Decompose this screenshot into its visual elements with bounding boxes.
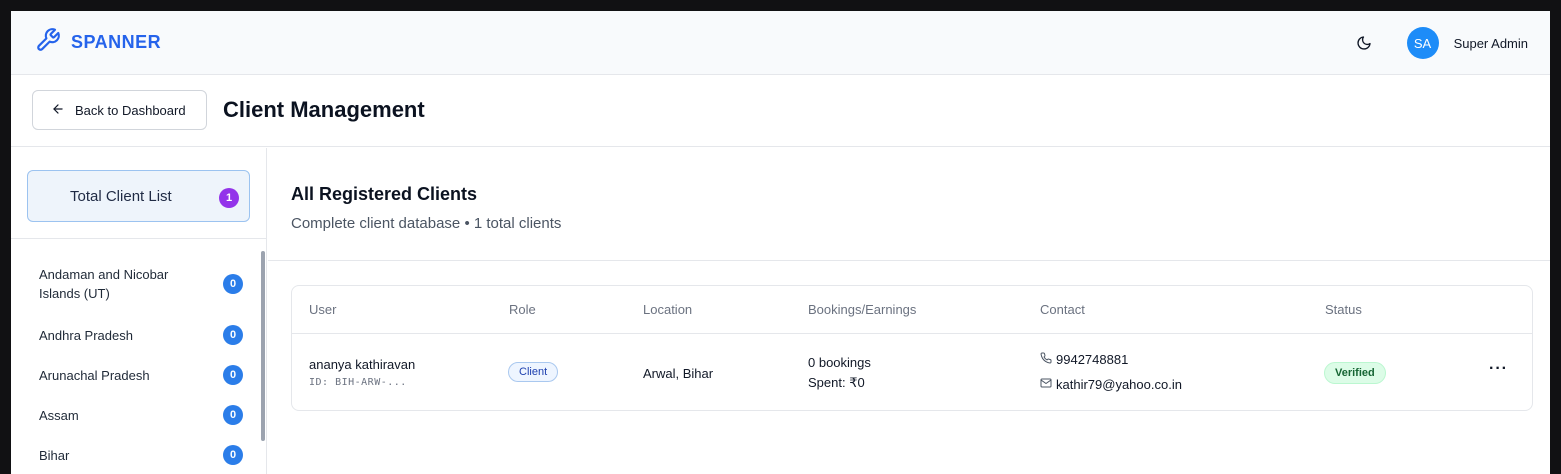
phone-contact[interactable]: 9942748881 <box>1040 352 1128 367</box>
column-header-bookings: Bookings/Earnings <box>808 302 917 317</box>
state-name: Bihar <box>39 447 70 463</box>
total-client-list-button[interactable]: Total Client List 1 <box>27 170 250 222</box>
moon-icon[interactable] <box>1354 33 1374 53</box>
user-name[interactable]: Super Admin <box>1454 36 1528 51</box>
back-button-label: Back to Dashboard <box>75 102 186 118</box>
state-count-badge: 0 <box>223 365 243 385</box>
column-header-status: Status <box>1325 302 1362 317</box>
section-title: All Registered Clients <box>291 184 478 204</box>
back-to-dashboard-button[interactable]: Back to Dashboard <box>32 90 207 130</box>
column-header-role: Role <box>509 302 536 317</box>
state-count-badge: 0 <box>223 274 243 294</box>
user-id-cell: ID: BIH-ARW-... <box>309 377 407 388</box>
sidebar-item-bihar[interactable]: Bihar 0 <box>39 445 243 465</box>
state-count-badge: 0 <box>223 325 243 345</box>
column-header-location: Location <box>643 302 693 317</box>
role-badge: Client <box>508 362 559 382</box>
page-title: Client Management <box>223 97 425 122</box>
mail-icon <box>1040 377 1052 392</box>
clients-table: User Role Location Bookings/Earnings Con… <box>291 285 1533 411</box>
table-header: User Role Location Bookings/Earnings Con… <box>292 286 1532 334</box>
more-actions-icon[interactable]: ··· <box>1489 360 1508 378</box>
section-subtitle: Complete client database • 1 total clien… <box>291 215 562 232</box>
email-contact[interactable]: kathir79@yahoo.co.in <box>1040 377 1182 392</box>
column-header-contact: Contact <box>1040 302 1085 317</box>
app-window: SPANNER SA Super Admin Back to Dashboard… <box>11 11 1550 474</box>
column-header-user: User <box>309 302 337 317</box>
location-cell: Arwal, Bihar <box>643 366 714 381</box>
total-count-badge: 1 <box>219 188 239 208</box>
sidebar-item-assam[interactable]: Assam 0 <box>39 405 243 425</box>
state-name: Andaman and Nicobar Islands (UT) <box>39 267 169 301</box>
arrow-left-icon <box>51 102 65 119</box>
section-divider <box>268 260 1550 261</box>
total-client-list-label: Total Client List <box>70 187 172 205</box>
page-header: Back to Dashboard Client Management <box>11 75 1550 147</box>
phone-number: 9942748881 <box>1056 352 1129 367</box>
state-name: Assam <box>39 407 79 423</box>
sidebar-item-andaman[interactable]: Andaman and Nicobar Islands (UT) 0 <box>39 265 243 303</box>
sidebar-item-arunachal-pradesh[interactable]: Arunachal Pradesh 0 <box>39 365 243 385</box>
spent-cell: Spent: ₹0 <box>808 375 865 390</box>
phone-icon <box>1040 352 1052 367</box>
state-name: Andhra Pradesh <box>39 327 133 343</box>
topbar-actions: SA Super Admin <box>1354 27 1528 59</box>
status-badge: Verified <box>1324 362 1386 384</box>
user-name-cell: ananya kathiravan <box>309 357 416 372</box>
brand-name: SPANNER <box>71 32 162 52</box>
state-count-badge: 0 <box>223 405 243 425</box>
sidebar-scrollbar[interactable] <box>261 251 265 441</box>
avatar[interactable]: SA <box>1406 27 1439 59</box>
top-navbar: SPANNER SA Super Admin <box>11 11 1550 75</box>
email-address: kathir79@yahoo.co.in <box>1056 377 1182 392</box>
state-sidebar: Total Client List 1 Andaman and Nicobar … <box>11 148 267 474</box>
sidebar-item-andhra-pradesh[interactable]: Andhra Pradesh 0 <box>39 325 243 345</box>
state-count-badge: 0 <box>223 445 243 465</box>
state-name: Arunachal Pradesh <box>39 367 150 383</box>
wrench-icon <box>35 27 61 58</box>
sidebar-divider <box>11 238 266 239</box>
bookings-cell: 0 bookings <box>808 355 871 370</box>
brand-logo[interactable]: SPANNER <box>35 27 161 58</box>
